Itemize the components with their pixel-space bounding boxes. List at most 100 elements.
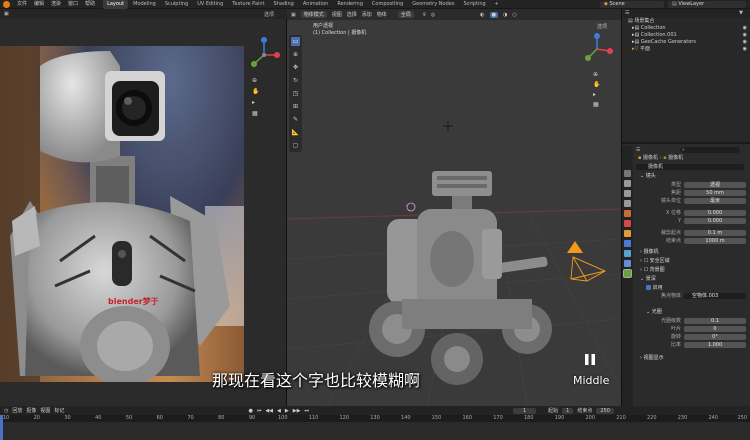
background-section-header[interactable]: › ☐ 背景图	[634, 266, 750, 275]
view-layer-selector[interactable]: ▤ ViewLayer	[668, 1, 746, 8]
playhead[interactable]	[0, 415, 3, 440]
tool-tab-icon[interactable]	[624, 170, 631, 177]
workspace-tab-layout[interactable]: Layout	[103, 0, 129, 9]
menu-keying[interactable]: 抠像	[26, 407, 36, 414]
menu-playback[interactable]: 回放	[12, 407, 22, 414]
outliner-filter-icon[interactable]: ▼	[739, 10, 743, 16]
jump-end-icon[interactable]: ⏭	[304, 408, 309, 414]
workspace-tab-rendering[interactable]: Rendering	[333, 0, 367, 9]
focus-object-field[interactable]: 空物体.003	[684, 293, 746, 299]
clip-end-field[interactable]: 1000 m	[684, 238, 746, 244]
object-tab-icon[interactable]	[624, 230, 631, 237]
viewport-navigation-gizmo[interactable]	[585, 33, 613, 61]
menu-edit[interactable]: 编辑	[31, 0, 47, 9]
workspace-tab-texture-paint[interactable]: Texture Paint	[228, 0, 268, 9]
workspace-tab-animation[interactable]: Animation	[299, 0, 333, 9]
outliner-row-collection-001[interactable]: ▸▤ Collection.001 ◉	[622, 32, 750, 39]
workspace-tab-sculpting[interactable]: Sculpting	[161, 0, 192, 9]
world-tab-icon[interactable]	[624, 220, 631, 227]
workspace-tab-scripting[interactable]: Scripting	[459, 0, 489, 9]
timeline-editor-icon[interactable]: ◷	[4, 408, 8, 414]
add-workspace-button[interactable]: +	[491, 0, 503, 9]
play-icon[interactable]: ▶	[285, 408, 289, 414]
lens-unit-dropdown[interactable]: 毫米	[684, 198, 746, 204]
outliner-row-plane[interactable]: ▸▽ 平面 ◉	[622, 46, 750, 53]
data-block-selector[interactable]: 摄像机	[636, 163, 749, 171]
camera-section-header[interactable]: › 摄像机	[634, 248, 750, 257]
menu-window[interactable]: 窗口	[65, 0, 81, 9]
camera-view-icon[interactable]: ▸	[252, 99, 255, 106]
pan-hand-icon[interactable]: ✋	[252, 88, 259, 95]
viewport-grid-icon[interactable]: ▦	[593, 101, 599, 108]
lens-type-dropdown[interactable]: 透视	[684, 182, 746, 188]
viewport-display-section-header[interactable]: › 视图显示	[634, 354, 750, 363]
blender-logo-icon[interactable]	[3, 0, 10, 8]
view-layer-tab-icon[interactable]	[624, 200, 631, 207]
lens-section-header[interactable]: ⌄ 镜头	[634, 172, 750, 181]
modifier-tab-icon[interactable]	[624, 240, 631, 247]
shift-x-field[interactable]: 0.000	[684, 210, 746, 216]
safe-areas-section-header[interactable]: › ☐ 安全区域	[634, 257, 750, 266]
outliner-row-collection[interactable]: ▸▤ Collection ◉	[622, 25, 750, 32]
record-icon[interactable]: ●	[248, 408, 252, 414]
constraint-tab-icon[interactable]	[624, 260, 631, 267]
clip-start-field[interactable]: 0.1 m	[684, 230, 746, 236]
fstop-field[interactable]: 0.1	[684, 318, 746, 324]
3d-cursor[interactable]	[443, 121, 453, 131]
start-frame-field[interactable]: 1	[562, 407, 574, 414]
menu-render[interactable]: 渲染	[48, 0, 64, 9]
dof-section-header[interactable]: ⌄ 景深	[634, 275, 750, 284]
menu-file[interactable]: 文件	[14, 0, 30, 9]
visibility-eye-icon[interactable]: ◉	[743, 25, 747, 32]
physics-tab-icon[interactable]	[624, 250, 631, 257]
scene-tab-icon[interactable]	[624, 210, 631, 217]
workspace-tab-geometry-nodes[interactable]: Geometry Nodes	[408, 0, 458, 9]
visibility-eye-icon[interactable]: ◉	[743, 39, 747, 46]
shift-y-field[interactable]: 0.000	[684, 218, 746, 224]
rotation-field[interactable]: 0°	[684, 334, 746, 340]
zoom-icon[interactable]: ⊕	[252, 77, 257, 84]
outliner-row-geocache[interactable]: ▸▤ GeoCache Generators ◉	[622, 39, 750, 46]
scene-selector[interactable]: ◆ Scene	[600, 1, 664, 8]
visibility-eye-icon[interactable]: ◉	[743, 32, 747, 39]
outliner-editor-icon[interactable]: ☰	[625, 10, 629, 16]
menu-marker[interactable]: 标记	[54, 407, 64, 414]
aperture-section-header[interactable]: ⌄ 光圈	[634, 308, 750, 317]
next-keyframe-icon[interactable]: ▶▶	[293, 408, 301, 414]
outliner-scene-collection[interactable]: ▤ 场景集合	[622, 18, 750, 25]
properties-search-input[interactable]: ⌕	[680, 147, 740, 153]
dof-enabled-checkbox-icon[interactable]	[646, 285, 651, 290]
viewport-zoom-icon[interactable]: ⊕	[593, 71, 598, 78]
jump-start-icon[interactable]: ⏮	[257, 408, 262, 414]
workspace-tab-shading[interactable]: Shading	[270, 0, 298, 9]
workspace-tab-modeling[interactable]: Modeling	[129, 0, 160, 9]
menu-help[interactable]: 帮助	[82, 0, 98, 9]
visibility-eye-icon[interactable]: ◉	[743, 46, 747, 53]
robot-model[interactable]	[369, 171, 552, 385]
play-reverse-icon[interactable]: ◀	[277, 408, 281, 414]
3d-viewport[interactable]: ▣ 物体模式 视图 选择 添加 物体 全局 ⌾ ◎ ◐ ● ◑ ○ 用户透视 (…	[287, 9, 621, 406]
blades-field[interactable]: 0	[684, 326, 746, 332]
workspace-tab-compositing[interactable]: Compositing	[368, 0, 407, 9]
left-navigation-gizmo[interactable]	[243, 35, 286, 75]
current-frame-field[interactable]: 1	[512, 407, 537, 414]
prev-keyframe-icon[interactable]: ◀◀	[265, 408, 273, 414]
render-tab-icon[interactable]	[624, 180, 631, 187]
menu-view[interactable]: 视图	[40, 407, 50, 414]
timeline-ruler[interactable]: 10 20 30 40 50 60 70 80 90 100 110 120 130 140 150 160 1…	[0, 415, 750, 422]
focal-length-field[interactable]: 50 mm	[684, 190, 746, 196]
output-tab-icon[interactable]	[624, 190, 631, 197]
camera-data-tab-icon[interactable]	[623, 269, 632, 278]
camera-data-field[interactable]: 摄像机	[636, 164, 744, 170]
timeline-track-area[interactable]	[0, 422, 750, 440]
end-frame-field[interactable]: 250	[596, 407, 614, 414]
editor-type-icon[interactable]: ▣	[4, 11, 9, 17]
properties-editor-icon[interactable]: ☰	[636, 146, 640, 154]
ratio-field[interactable]: 1.000	[684, 342, 746, 348]
grid-icon[interactable]: ▦	[252, 110, 258, 117]
workspace-tab-uv-editing[interactable]: UV Editing	[193, 0, 227, 9]
camera-object[interactable]	[567, 241, 607, 282]
viewport-pan-icon[interactable]: ✋	[593, 81, 600, 88]
left-options-label[interactable]: 选项	[264, 11, 274, 18]
viewport-camera-icon[interactable]: ▸	[593, 91, 596, 98]
